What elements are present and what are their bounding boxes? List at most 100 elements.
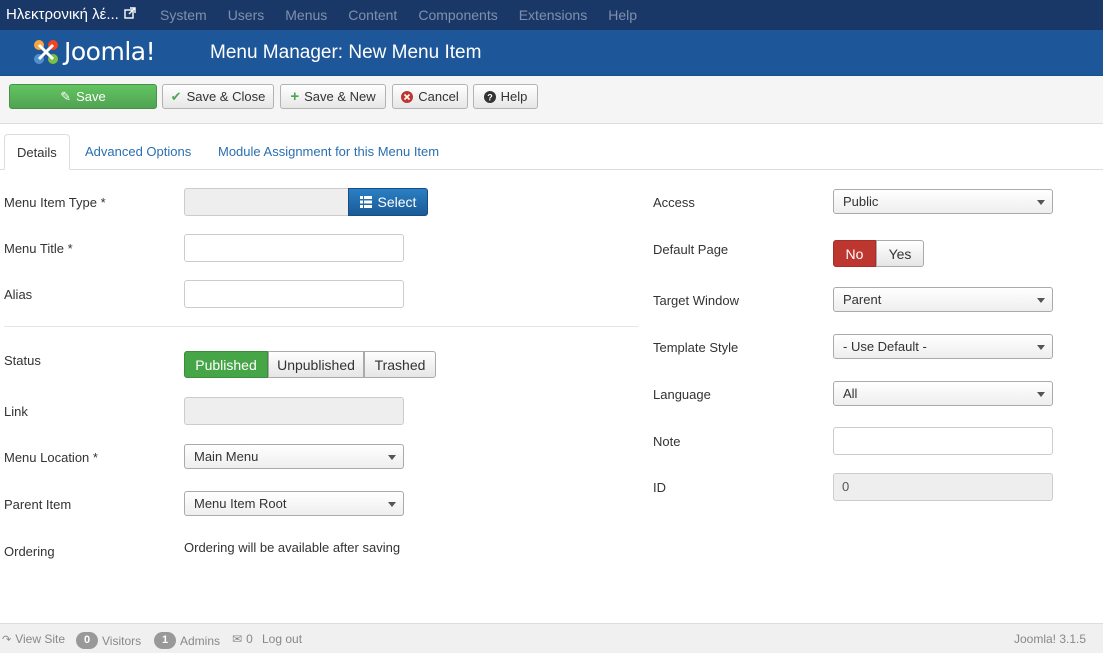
- template-style-select[interactable]: - Use Default -: [833, 334, 1053, 359]
- chevron-down-icon: [1037, 392, 1045, 397]
- envelope-icon: ✉: [232, 632, 243, 646]
- menu-title-input[interactable]: [184, 234, 404, 262]
- admin-top-bar: Ηλεκτρονική λέ... System Users Menus Con…: [0, 0, 1103, 30]
- check-icon: ✔: [170, 89, 182, 104]
- default-page-button-group: No Yes: [833, 240, 924, 267]
- share-icon: ↷: [2, 633, 12, 646]
- note-input[interactable]: [833, 427, 1053, 455]
- logout-link[interactable]: Log out: [262, 632, 302, 646]
- parent-item-select[interactable]: Menu Item Root: [184, 491, 404, 516]
- chevron-down-icon: [1037, 298, 1045, 303]
- nav-users[interactable]: Users: [228, 7, 265, 23]
- nav-components[interactable]: Components: [418, 7, 497, 23]
- save-button[interactable]: ✎ Save: [9, 84, 157, 109]
- parent-item-label: Parent Item: [4, 497, 72, 512]
- save-button-label: Save: [76, 89, 106, 104]
- menu-location-value: Main Menu: [194, 449, 259, 464]
- template-style-value: - Use Default -: [843, 339, 927, 354]
- nav-content[interactable]: Content: [348, 7, 397, 23]
- status-label: Status: [4, 353, 41, 368]
- save-close-label: Save & Close: [186, 89, 266, 104]
- status-trashed-button[interactable]: Trashed: [364, 351, 436, 378]
- menu-location-select[interactable]: Main Menu: [184, 444, 404, 469]
- default-page-yes-button[interactable]: Yes: [876, 240, 924, 267]
- status-unpublished-button[interactable]: Unpublished: [268, 351, 364, 378]
- joomla-logo[interactable]: Joomla!: [30, 35, 180, 69]
- edit-icon: ✎: [60, 89, 72, 104]
- language-select[interactable]: All: [833, 381, 1053, 406]
- nav-system[interactable]: System: [160, 7, 207, 23]
- svg-text:?: ?: [487, 92, 493, 102]
- target-window-select[interactable]: Parent: [833, 287, 1053, 312]
- view-site-link[interactable]: ↷ View Site: [2, 632, 65, 646]
- note-label: Note: [653, 434, 681, 449]
- chevron-down-icon: [1037, 200, 1045, 205]
- view-site-label: View Site: [15, 632, 66, 646]
- status-button-group: Published Unpublished Trashed: [184, 351, 436, 378]
- template-style-label: Template Style: [653, 340, 739, 355]
- cancel-icon: [401, 90, 414, 103]
- status-published-button[interactable]: Published: [184, 351, 268, 378]
- tab-module-assignment[interactable]: Module Assignment for this Menu Item: [206, 134, 451, 170]
- nav-help[interactable]: Help: [608, 7, 637, 23]
- language-label: Language: [653, 387, 711, 402]
- save-close-button[interactable]: ✔ Save & Close: [162, 84, 274, 109]
- language-value: All: [843, 386, 858, 401]
- alias-input[interactable]: [184, 280, 404, 308]
- id-field: 0: [833, 473, 1053, 501]
- admins-count-badge: 1: [154, 632, 176, 649]
- messages-count: 0: [246, 632, 253, 646]
- chevron-down-icon: [388, 502, 396, 507]
- menu-item-type-label: Menu Item Type *: [4, 195, 106, 210]
- version-label: Joomla! 3.1.5: [1014, 632, 1087, 646]
- access-label: Access: [653, 195, 695, 210]
- status-footer: ↷ View Site 0 Visitors 1 Admins ✉ 0 Log …: [0, 623, 1103, 653]
- id-label: ID: [653, 480, 666, 495]
- menu-location-label: Menu Location *: [4, 450, 98, 465]
- target-window-label: Target Window: [653, 293, 739, 308]
- nav-extensions[interactable]: Extensions: [519, 7, 587, 23]
- chevron-down-icon: [1037, 345, 1045, 350]
- chevron-down-icon: [388, 455, 396, 460]
- toolbar: ✎ Save ✔ Save & Close + Save & New Cance…: [0, 76, 1103, 124]
- link-label: Link: [4, 404, 28, 419]
- visitors-count-badge: 0: [76, 632, 98, 649]
- form-divider: [4, 326, 638, 327]
- ordering-info-text: Ordering will be available after saving: [184, 540, 401, 555]
- top-navigation: System Users Menus Content Components Ex…: [160, 7, 658, 23]
- help-icon: ?: [483, 90, 496, 103]
- messages-status[interactable]: ✉ 0: [232, 632, 253, 646]
- nav-menus[interactable]: Menus: [285, 7, 327, 23]
- visitors-status: 0 Visitors: [76, 632, 141, 649]
- tab-details[interactable]: Details: [4, 134, 70, 170]
- external-link-icon[interactable]: [124, 7, 136, 19]
- joomla-logo-icon: [34, 40, 58, 64]
- id-value: 0: [842, 479, 850, 494]
- link-field: [184, 397, 404, 425]
- select-menu-item-type-button[interactable]: Select: [348, 188, 428, 216]
- admins-status: 1 Admins: [154, 632, 220, 649]
- logo-wordmark: Joomla!: [64, 37, 156, 66]
- select-button-label: Select: [377, 194, 417, 210]
- target-window-value: Parent: [843, 292, 882, 307]
- cancel-button[interactable]: Cancel: [392, 84, 468, 109]
- save-new-button[interactable]: + Save & New: [280, 84, 386, 109]
- default-page-no-button[interactable]: No: [833, 240, 876, 267]
- tab-advanced-options[interactable]: Advanced Options: [73, 134, 203, 170]
- page-title: Menu Manager: New Menu Item: [210, 42, 482, 63]
- menu-item-type-field: [184, 188, 349, 216]
- list-icon: [359, 196, 372, 208]
- cancel-label: Cancel: [418, 89, 459, 104]
- plus-icon: +: [290, 88, 300, 105]
- help-label: Help: [500, 89, 528, 104]
- parent-item-value: Menu Item Root: [194, 496, 287, 511]
- save-new-label: Save & New: [304, 89, 376, 104]
- site-name-link[interactable]: Ηλεκτρονική λέ...: [6, 6, 119, 23]
- access-select[interactable]: Public: [833, 189, 1053, 214]
- alias-label: Alias: [4, 287, 33, 302]
- visitors-label: Visitors: [102, 633, 142, 648]
- admins-label: Admins: [180, 633, 221, 648]
- joomla-version: Joomla! 3.1.5: [1014, 632, 1086, 646]
- menu-title-label: Menu Title *: [4, 241, 73, 256]
- help-button[interactable]: ? Help: [473, 84, 538, 109]
